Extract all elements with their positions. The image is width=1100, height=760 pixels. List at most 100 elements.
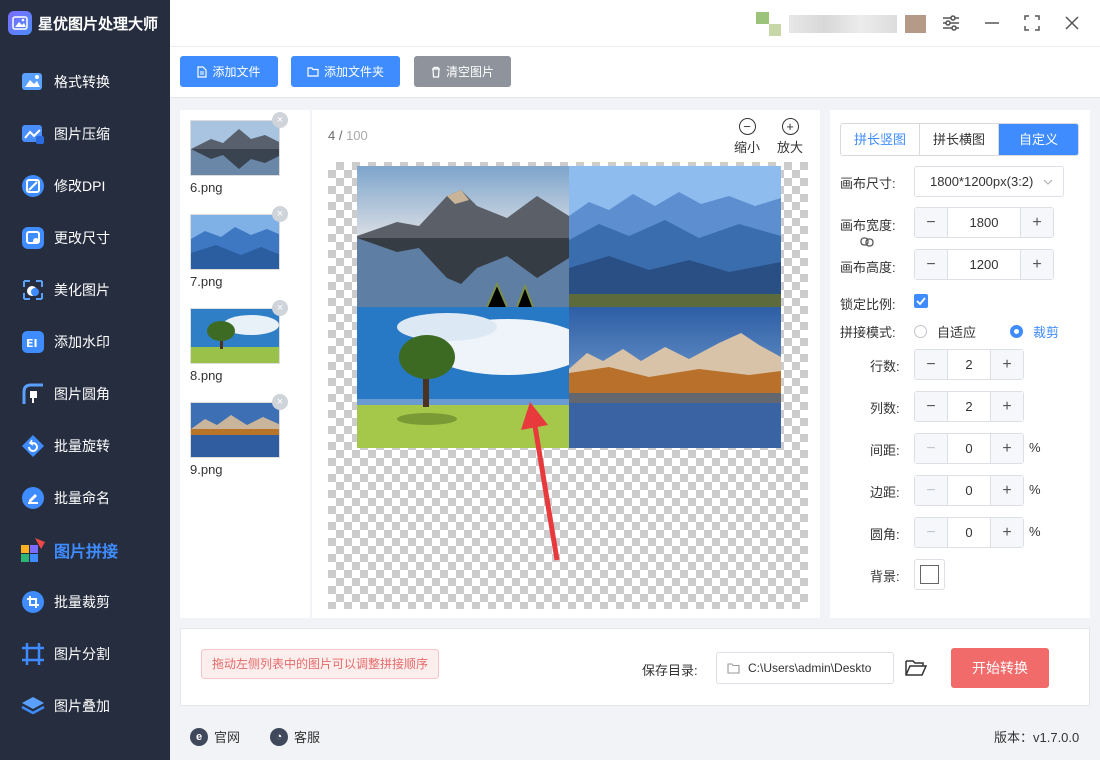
zoom-out-icon: − (738, 118, 756, 135)
link-icon[interactable] (860, 235, 874, 249)
save-path-input[interactable]: C:\Users\admin\Deskto (716, 652, 894, 684)
margin-increase-button[interactable]: + (991, 476, 1023, 505)
gap-input[interactable]: 0 (947, 434, 991, 463)
dpi-icon (20, 173, 46, 199)
sidebar-item-beautify[interactable]: 美化图片 (0, 270, 170, 310)
rows-stepper: − 2 + (914, 349, 1024, 380)
list-item[interactable]: × 8.png (190, 300, 288, 383)
list-item[interactable]: × 9.png (190, 394, 288, 477)
puzzle-icon (20, 537, 46, 563)
sidebar-item-resize[interactable]: 更改尺寸 (0, 218, 170, 258)
canvas-width-label: 画布宽度: (840, 218, 896, 233)
gap-unit: % (1029, 440, 1041, 455)
minimize-icon[interactable] (981, 12, 1003, 34)
start-convert-button[interactable]: 开始转换 (951, 648, 1049, 688)
width-decrease-button[interactable]: − (915, 208, 947, 237)
tab-custom[interactable]: 自定义 (999, 124, 1078, 155)
height-decrease-button[interactable]: − (915, 250, 947, 279)
zoom-in-icon: + (781, 118, 799, 135)
canvas-height-input[interactable]: 1200 (947, 250, 1021, 279)
thumbnail-image (190, 308, 280, 364)
open-folder-icon[interactable] (905, 659, 927, 677)
sidebar-item-label: 图片圆角 (54, 386, 110, 402)
folder-icon (727, 662, 740, 674)
sidebar-item-compress[interactable]: 图片压缩 (0, 114, 170, 154)
user-avatar[interactable] (756, 12, 926, 36)
image-count-separator: / (335, 128, 347, 143)
rotate-icon (20, 433, 46, 459)
list-item[interactable]: × 6.png (190, 112, 288, 195)
canvas-height-label: 画布高度: (840, 260, 896, 275)
app-title: 星优图片处理大师 (38, 15, 159, 33)
zoom-out-button[interactable]: − 缩小 (730, 118, 764, 156)
maximize-icon[interactable] (1021, 12, 1043, 34)
sidebar-item-rotate[interactable]: 批量旋转 (0, 426, 170, 466)
zoom-out-label: 缩小 (733, 140, 760, 155)
sidebar-item-label: 批量裁剪 (54, 594, 110, 610)
mode-crop-radio[interactable]: 裁剪 (1010, 322, 1059, 341)
height-increase-button[interactable]: + (1021, 250, 1053, 279)
gap-stepper: − 0 + (914, 433, 1024, 464)
rows-input[interactable]: 2 (947, 350, 991, 379)
settings-sliders-icon[interactable] (940, 12, 962, 34)
collage-preview (357, 166, 781, 449)
sidebar-item-label: 添加水印 (54, 334, 110, 350)
sidebar-item-crop[interactable]: 批量裁剪 (0, 582, 170, 622)
thumbnail-image (190, 214, 280, 270)
width-increase-button[interactable]: + (1021, 208, 1053, 237)
file-name: 8.png (190, 368, 223, 383)
mode-crop-label: 裁剪 (1033, 325, 1060, 340)
margin-decrease-button[interactable]: − (915, 476, 947, 505)
remove-file-icon[interactable]: × (272, 300, 288, 316)
add-folder-button[interactable]: 添加文件夹 (291, 56, 400, 87)
sidebar-item-dpi[interactable]: 修改DPI (0, 166, 170, 206)
lock-ratio-checkbox[interactable] (914, 294, 928, 308)
cols-decrease-button[interactable]: − (915, 392, 947, 421)
cols-increase-button[interactable]: + (991, 392, 1023, 421)
gap-decrease-button[interactable]: − (915, 434, 947, 463)
remove-file-icon[interactable]: × (272, 112, 288, 128)
remove-file-icon[interactable]: × (272, 394, 288, 410)
margin-unit: % (1029, 482, 1041, 497)
canvas-size-select[interactable]: 1800*1200px(3:2) (914, 166, 1064, 197)
split-icon (20, 641, 46, 667)
thumbnail-image (190, 402, 280, 458)
sidebar-item-rename[interactable]: 批量命名 (0, 478, 170, 518)
sidebar-item-split[interactable]: 图片分割 (0, 634, 170, 674)
sidebar-item-overlay[interactable]: 图片叠加 (0, 686, 170, 726)
sidebar-item-stitch[interactable]: 图片拼接 (0, 530, 170, 570)
background-color-picker[interactable] (914, 559, 945, 590)
sidebar-item-format-convert[interactable]: 格式转换 (0, 62, 170, 102)
radius-increase-button[interactable]: + (991, 518, 1023, 547)
gap-increase-button[interactable]: + (991, 434, 1023, 463)
clear-images-button[interactable]: 清空图片 (414, 56, 511, 87)
list-item[interactable]: × 7.png (190, 206, 288, 289)
sidebar-item-watermark[interactable]: EI 添加水印 (0, 322, 170, 362)
clear-images-label: 清空图片 (445, 65, 494, 79)
rows-increase-button[interactable]: + (991, 350, 1023, 379)
cols-input[interactable]: 2 (947, 392, 991, 421)
remove-file-icon[interactable]: × (272, 206, 288, 222)
zoom-in-button[interactable]: + 放大 (773, 118, 807, 156)
customer-service-link[interactable]: ◔ 客服 (270, 727, 320, 746)
gap-label: 间距: (870, 443, 900, 458)
canvas-width-input[interactable]: 1800 (947, 208, 1021, 237)
status-bar: e 官网 ◔ 客服 版本：v1.7.0.0 (170, 712, 1100, 760)
official-site-link[interactable]: e 官网 (190, 727, 240, 746)
margin-input[interactable]: 0 (947, 476, 991, 505)
add-file-button[interactable]: 添加文件 (180, 56, 278, 87)
mode-adaptive-radio[interactable]: 自适应 (914, 322, 976, 341)
tab-vertical-stitch[interactable]: 拼长竖图 (841, 124, 920, 155)
corner-radius-label: 圆角: (870, 527, 900, 542)
settings-panel: 拼长竖图 拼长横图 自定义 画布尺寸: 1800*1200px(3:2) 画布宽… (830, 110, 1090, 618)
radius-decrease-button[interactable]: − (915, 518, 947, 547)
rows-decrease-button[interactable]: − (915, 350, 947, 379)
corner-radius-input[interactable]: 0 (947, 518, 991, 547)
sidebar-item-round-corner[interactable]: 图片圆角 (0, 374, 170, 414)
close-icon[interactable] (1061, 12, 1083, 34)
stitch-canvas[interactable] (328, 162, 808, 609)
version-text: 版本：v1.7.0.0 (994, 730, 1080, 745)
tab-horizontal-stitch[interactable]: 拼长横图 (920, 124, 999, 155)
image-counter: 4 / 100 (328, 128, 368, 143)
checkmark-icon (916, 297, 926, 306)
